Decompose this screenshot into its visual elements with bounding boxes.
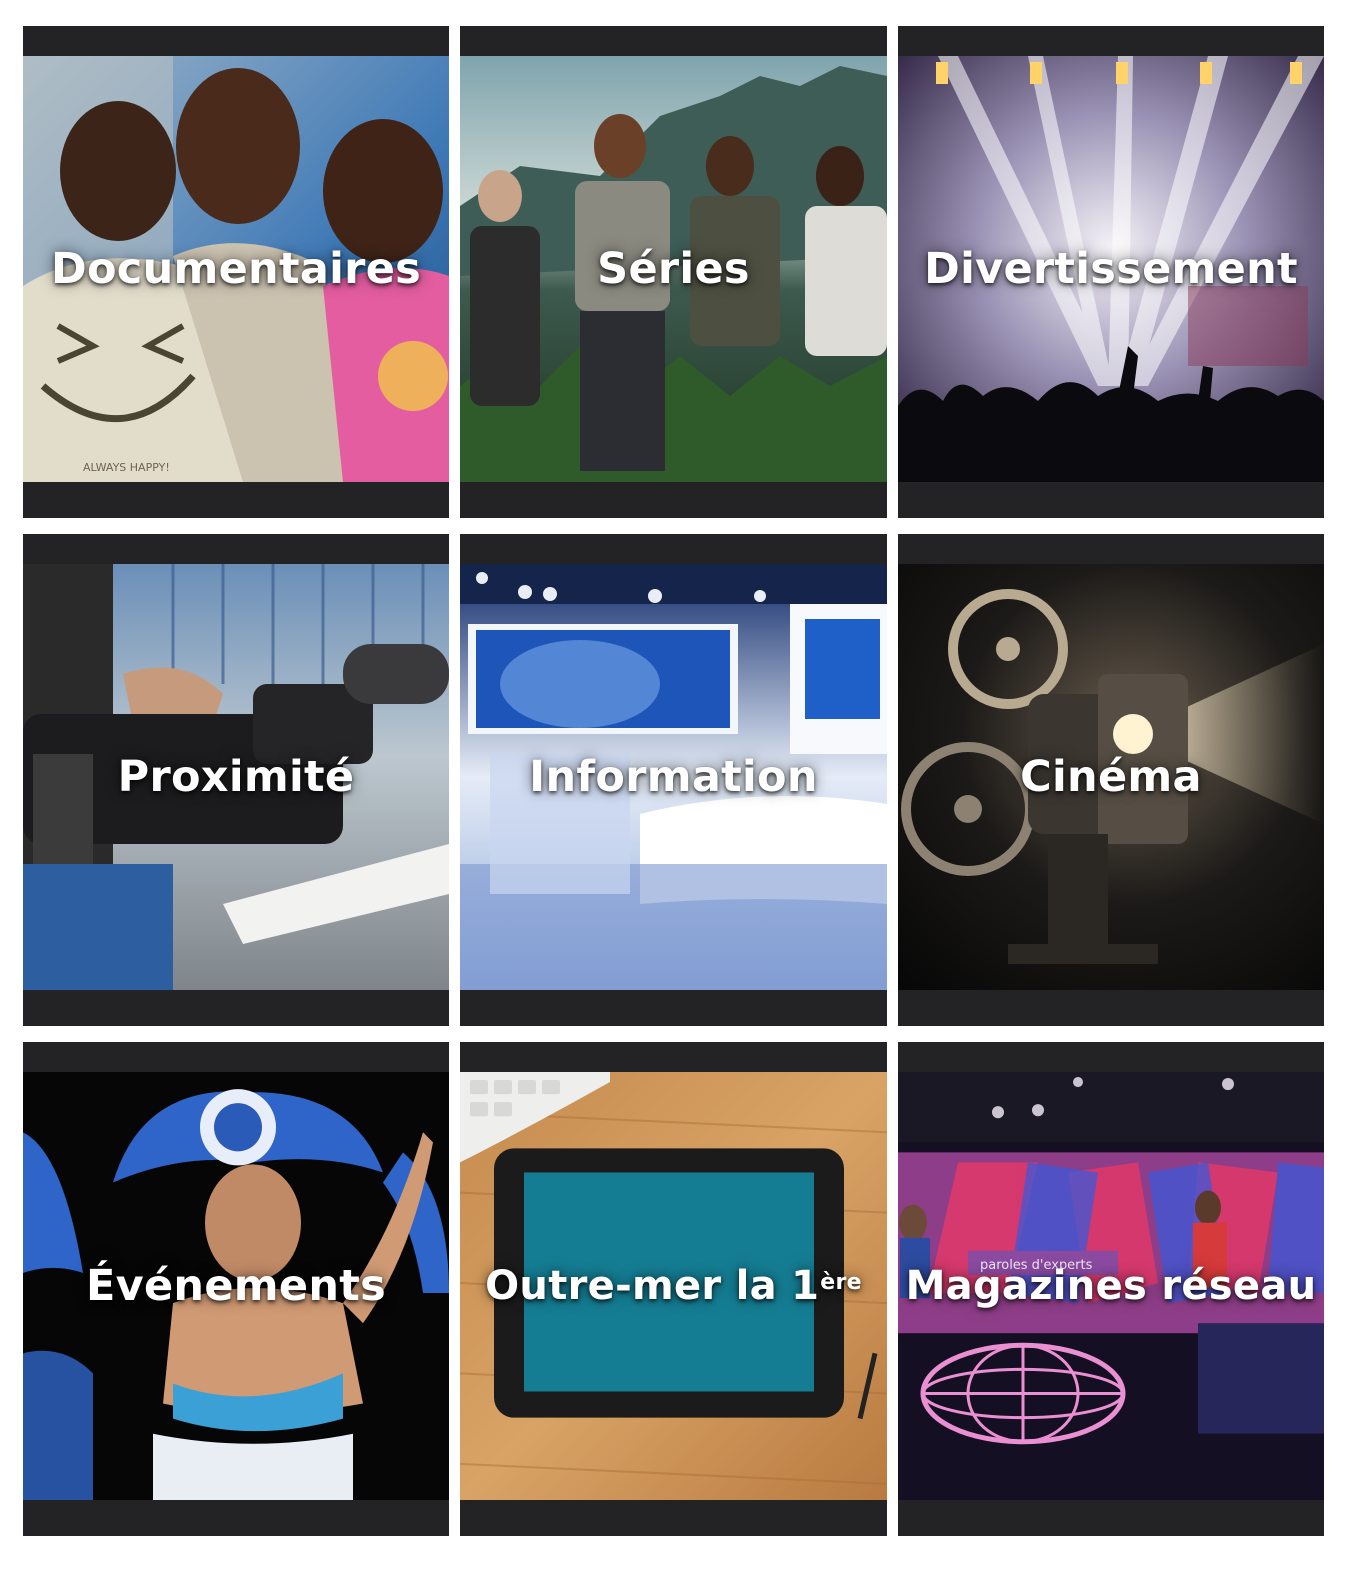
category-tile-information[interactable]: Information <box>460 534 887 1026</box>
series-photo <box>460 56 887 482</box>
category-tile-evenements[interactable]: Événements <box>23 1042 449 1536</box>
category-grid: ALWAYS HAPPY! Documentaires Séries Diver… <box>23 26 1325 1536</box>
outremer-photo <box>460 1072 887 1500</box>
proximite-photo <box>23 564 449 990</box>
evenements-photo <box>23 1072 449 1500</box>
category-tile-outremer[interactable]: Outre-mer la 1 ère <box>460 1042 887 1536</box>
category-tile-divertissement[interactable]: Divertissement <box>898 26 1324 518</box>
category-tile-magazines[interactable]: paroles d'experts Magazines réseau <box>898 1042 1324 1536</box>
category-tile-proximite[interactable]: Proximité <box>23 534 449 1026</box>
category-tile-series[interactable]: Séries <box>460 26 887 518</box>
shirt-print-text: ALWAYS HAPPY! <box>83 461 170 474</box>
studio-sign-text: paroles d'experts <box>980 1258 1093 1273</box>
category-tile-documentaires[interactable]: ALWAYS HAPPY! Documentaires <box>23 26 449 518</box>
divertissement-photo <box>898 56 1324 482</box>
magazines-photo: paroles d'experts <box>898 1072 1324 1500</box>
category-tile-cinema[interactable]: Cinéma <box>898 534 1324 1026</box>
information-photo <box>460 564 887 990</box>
cinema-photo <box>898 564 1324 990</box>
documentaires-photo: ALWAYS HAPPY! <box>23 56 449 482</box>
